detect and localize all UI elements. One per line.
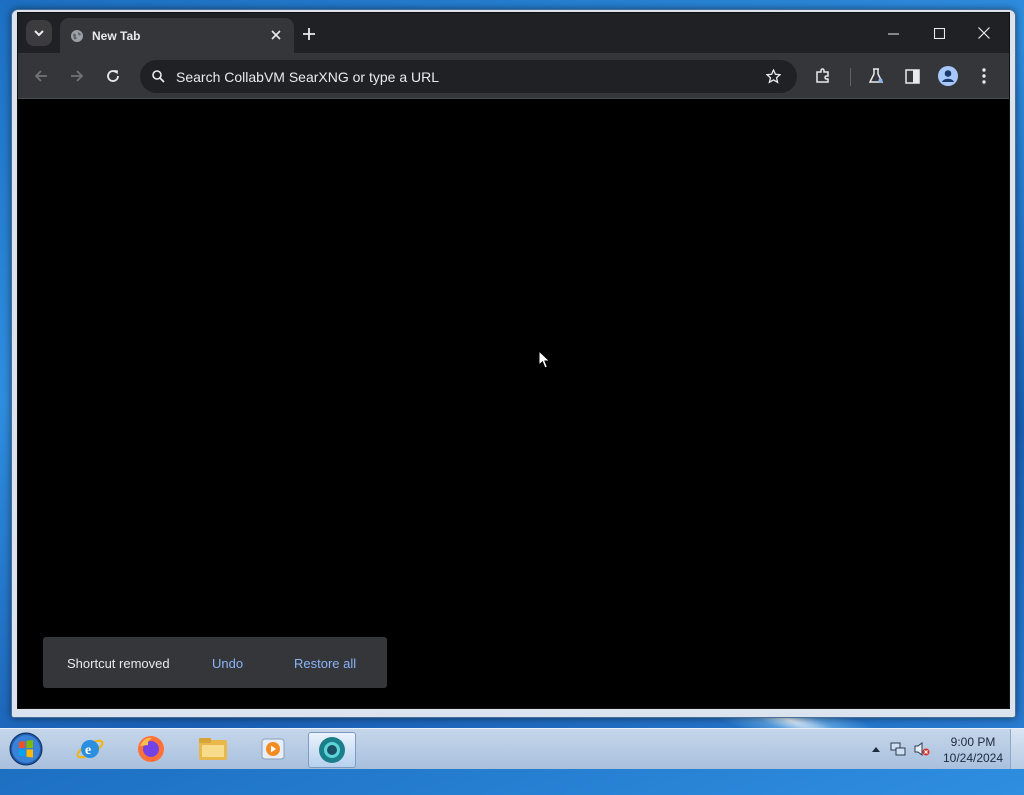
reload-icon (107, 70, 119, 82)
tray-network[interactable] (890, 741, 906, 757)
media-player-icon (261, 738, 285, 760)
labs-button[interactable] (863, 63, 889, 89)
extensions-button[interactable] (810, 63, 836, 89)
tab-title: New Tab (92, 29, 141, 43)
address-bar-placeholder: Search CollabVM SearXNG or type a URL (176, 69, 439, 85)
maximize-button[interactable] (921, 19, 957, 47)
taskbar: e 9:00 PM 10/24/2024 (0, 728, 1024, 769)
taskbar-internet-explorer[interactable]: e (67, 732, 113, 766)
puzzle-icon (816, 68, 829, 83)
chevron-up-icon (872, 747, 880, 752)
svg-text:e: e (85, 743, 91, 758)
start-button[interactable] (7, 731, 45, 767)
star-icon[interactable] (766, 69, 781, 84)
taskbar-media-player[interactable] (250, 732, 296, 766)
profile-button[interactable] (935, 63, 961, 89)
address-bar[interactable]: Search CollabVM SearXNG or type a URL (140, 60, 797, 93)
more-vertical-icon (982, 68, 986, 84)
taskbar-file-explorer[interactable] (190, 732, 236, 766)
browser-chrome: New Tab Search CollabVM SearXNG or type … (17, 12, 1010, 709)
tab-close-button[interactable] (267, 26, 285, 44)
clock-time[interactable]: 9:00 PM (940, 735, 1006, 749)
new-tab-button[interactable] (299, 24, 319, 44)
chrome-canary-icon (319, 737, 345, 763)
internet-explorer-icon: e (76, 739, 104, 759)
mouse-cursor-icon (538, 350, 551, 369)
firefox-icon (138, 736, 164, 762)
undo-button[interactable]: Undo (212, 656, 243, 671)
minimize-icon (887, 33, 899, 34)
menu-button[interactable] (971, 63, 997, 89)
flask-icon (868, 68, 884, 83)
toast-message: Shortcut removed (67, 656, 170, 671)
arrow-right-icon (71, 70, 84, 82)
tray-expand-button[interactable] (868, 741, 884, 757)
side-panel-button[interactable] (899, 63, 925, 89)
close-window-button[interactable] (966, 19, 1002, 47)
clock-date[interactable]: 10/24/2024 (940, 751, 1006, 765)
tab-new-tab[interactable]: New Tab (60, 18, 294, 53)
search-icon (152, 70, 165, 83)
tab-search-button[interactable] (26, 20, 52, 46)
side-panel-icon (904, 68, 920, 84)
network-icon (890, 742, 906, 756)
shortcut-removed-toast: Shortcut removed Undo Restore all (43, 637, 387, 688)
avatar-icon (938, 66, 958, 86)
taskbar-firefox[interactable] (128, 732, 174, 766)
minimize-button[interactable] (875, 19, 911, 47)
close-icon (978, 27, 990, 39)
maximize-icon (933, 27, 945, 39)
browser-window: New Tab Search CollabVM SearXNG or type … (11, 9, 1016, 718)
page-content[interactable]: Shortcut removed Undo Restore all (18, 99, 1009, 708)
restore-all-button[interactable]: Restore all (294, 656, 356, 671)
back-button[interactable] (28, 63, 54, 89)
show-desktop-button[interactable] (1010, 729, 1024, 769)
reload-button[interactable] (100, 63, 126, 89)
forward-button[interactable] (64, 63, 90, 89)
volume-muted-icon (914, 742, 930, 756)
tray-volume[interactable] (914, 741, 930, 757)
taskbar-chrome[interactable] (308, 732, 356, 768)
plus-icon (303, 28, 315, 40)
globe-icon (71, 30, 83, 42)
toolbar-separator (850, 68, 851, 86)
chevron-down-icon (34, 30, 44, 37)
arrow-left-icon (34, 70, 47, 82)
close-icon (271, 30, 281, 40)
tab-strip: New Tab (18, 13, 1009, 53)
file-explorer-icon (199, 738, 227, 760)
browser-toolbar: Search CollabVM SearXNG or type a URL (18, 53, 1009, 99)
